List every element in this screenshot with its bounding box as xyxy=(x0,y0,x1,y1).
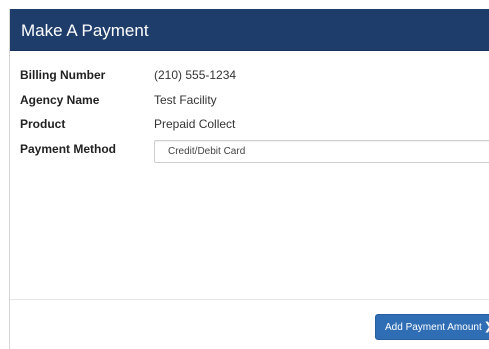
add-payment-amount-label: Add Payment Amount xyxy=(385,322,482,333)
agency-name-label: Agency Name xyxy=(20,93,100,107)
payment-method-selected-value: Credit/Debit Card xyxy=(168,146,246,157)
agency-name-row: Agency Name Test Facility xyxy=(20,91,489,109)
agency-name-value: Test Facility xyxy=(154,93,217,107)
payment-modal: Make A Payment Billing Number (210) 555-… xyxy=(9,9,489,349)
billing-number-label: Billing Number xyxy=(20,68,106,82)
billing-number-value: (210) 555-1234 xyxy=(154,68,237,82)
payment-method-label: Payment Method xyxy=(20,142,117,156)
billing-number-row: Billing Number (210) 555-1234 xyxy=(20,66,489,84)
product-label: Product xyxy=(20,117,66,131)
product-row: Product Prepaid Collect xyxy=(20,115,489,133)
footer-divider xyxy=(10,299,489,300)
payment-method-select[interactable]: Credit/Debit Card xyxy=(154,140,489,163)
add-payment-amount-button[interactable]: Add Payment Amount❯ xyxy=(375,314,489,340)
modal-header: Make A Payment xyxy=(10,9,489,51)
chevron-right-icon: ❯ xyxy=(484,315,489,339)
modal-title: Make A Payment xyxy=(21,21,149,40)
product-value: Prepaid Collect xyxy=(154,117,236,131)
